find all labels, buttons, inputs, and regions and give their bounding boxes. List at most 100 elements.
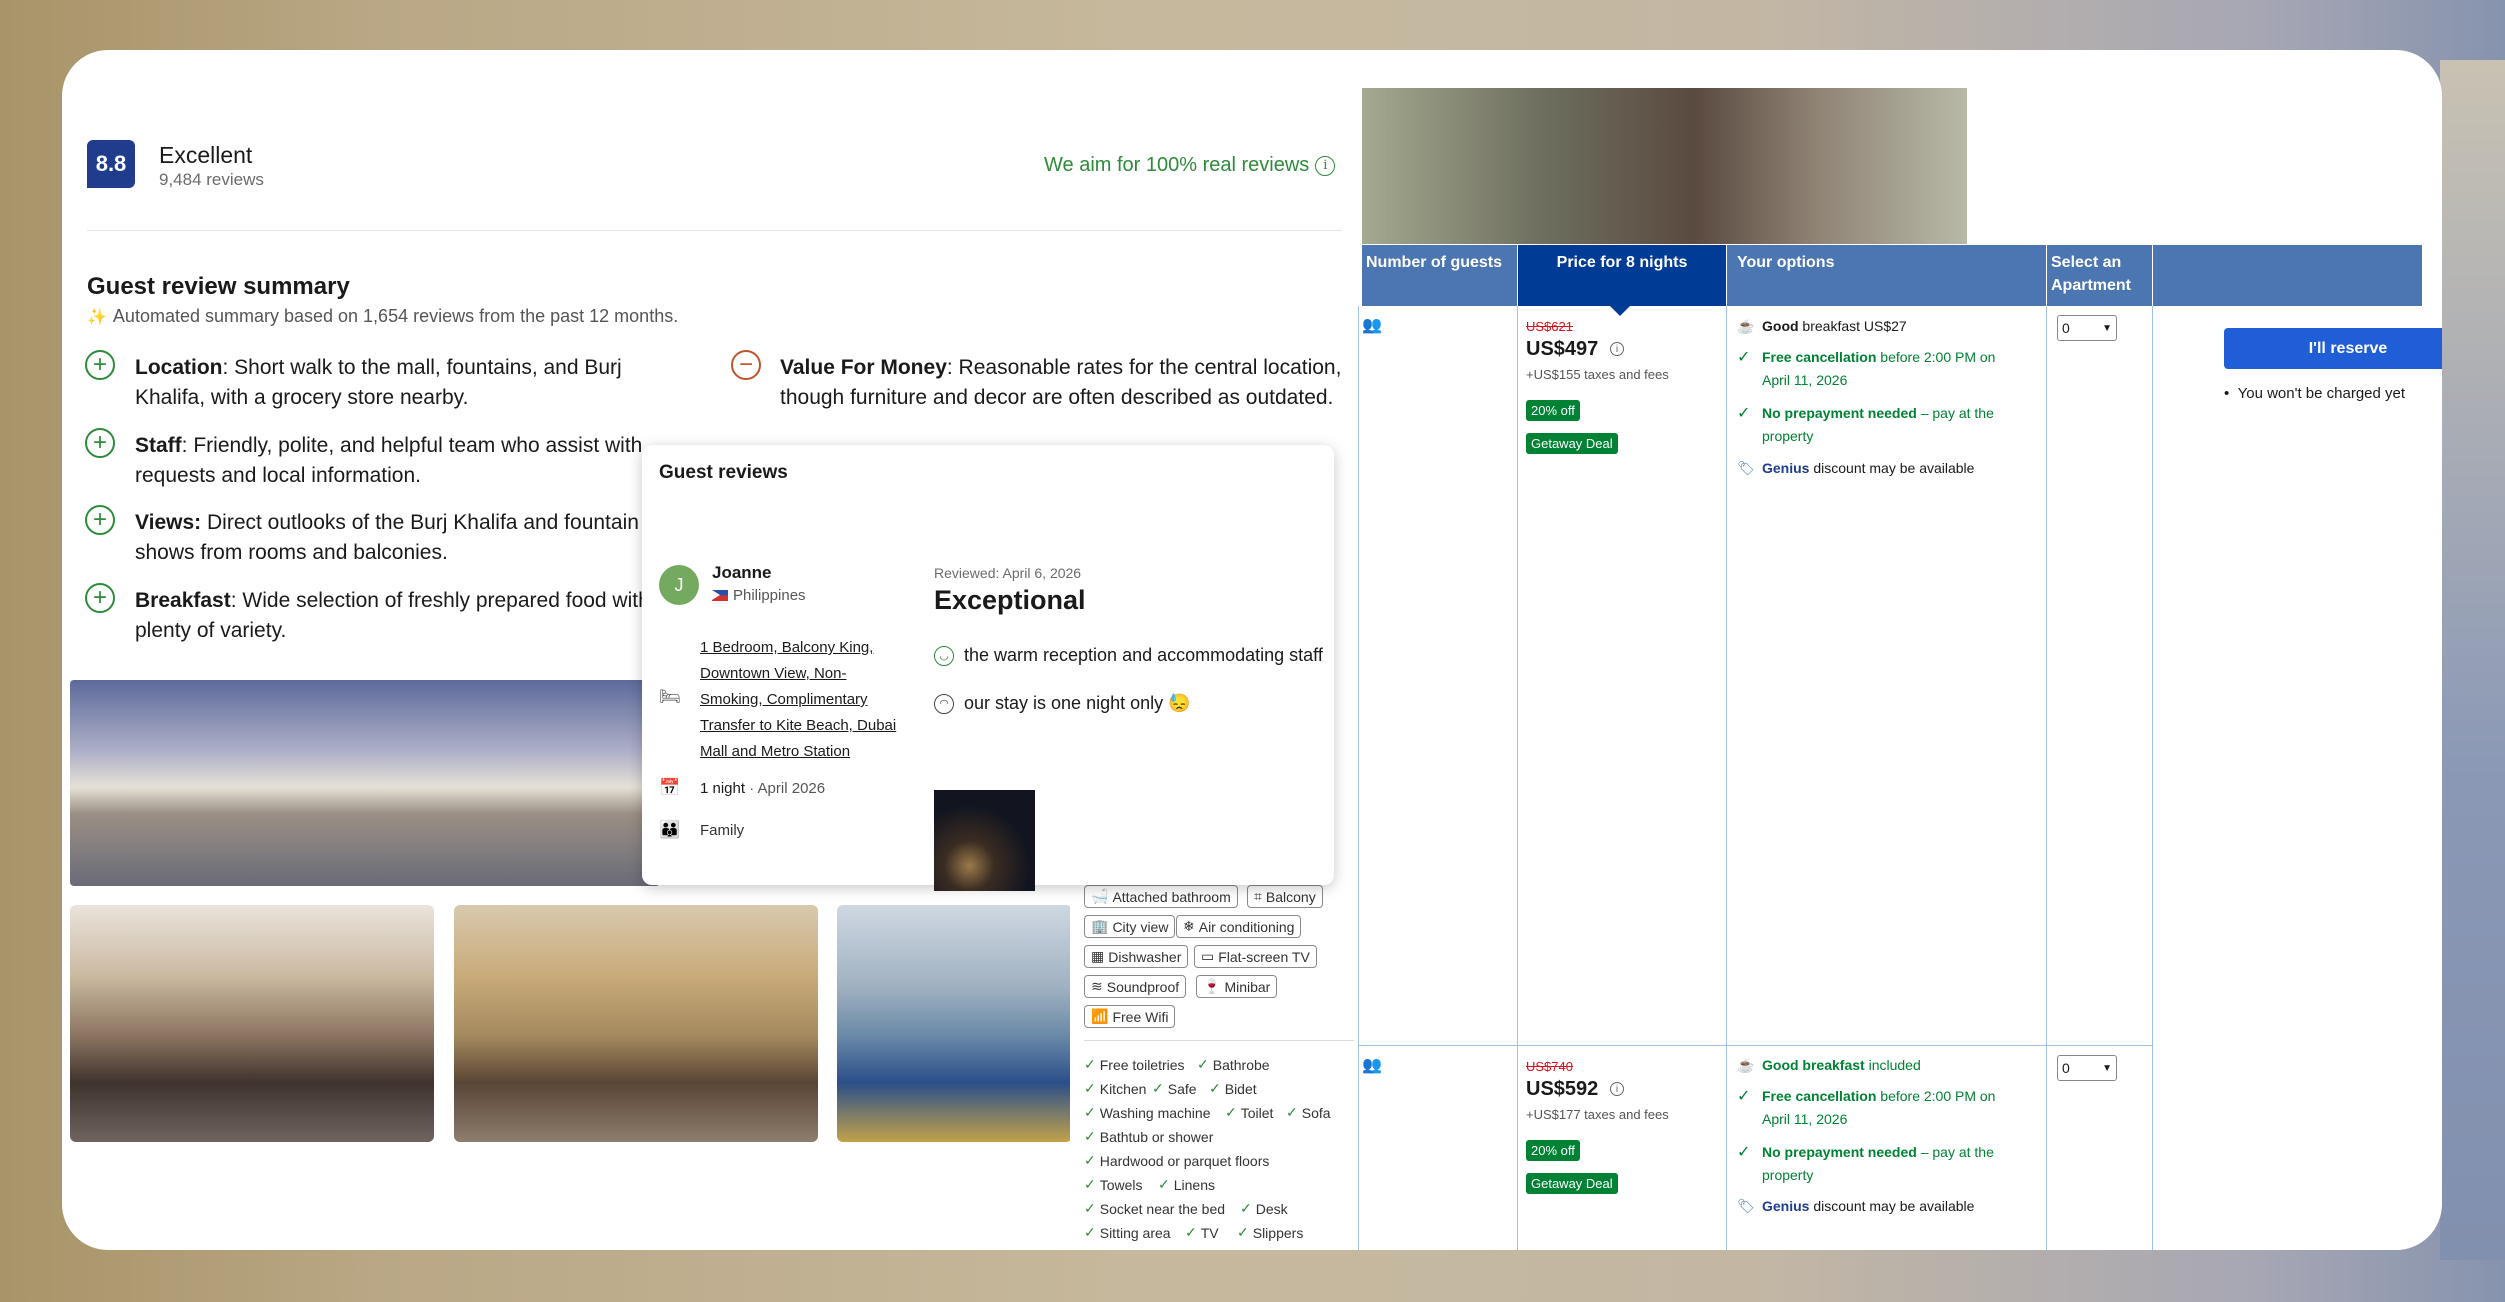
reviewer-country: Philippines [712, 587, 806, 604]
sparkle-icon: ✨ [87, 308, 107, 326]
frown-icon: ◠ [934, 693, 954, 714]
chevron-down-icon: ▼ [2102, 322, 2112, 334]
review-title: Exceptional [934, 585, 1086, 615]
amenity-air-conditioning: ❄ Air conditioning [1176, 915, 1302, 938]
deal-badge: Getaway Deal [1526, 1173, 1618, 1194]
review-photo[interactable] [934, 790, 1035, 891]
screenshot-card: 8.8 Excellent 9,484 reviews We aim for 1… [62, 50, 2442, 1250]
amenity-check-item: ✓ Desk [1240, 1200, 1288, 1217]
fountain-photo[interactable] [70, 680, 660, 886]
room-photo-1[interactable] [70, 905, 434, 1142]
soundproof-icon: ≋ [1091, 978, 1103, 994]
summary-point-staff-text: Staff: Friendly, polite, and helpful tea… [135, 434, 643, 487]
breakfast-icon: ☕ [1737, 318, 1755, 334]
sort-arrow-icon [1610, 306, 1630, 316]
guest-review-popup: Guest reviews J Joanne Philippines 🛏 1 B… [642, 445, 1334, 891]
room-type-link[interactable]: 1 Bedroom, Balcony King, Downtown View, … [700, 635, 900, 765]
rating-label: Excellent [159, 142, 253, 168]
snowflake-icon: ❄ [1183, 918, 1195, 934]
info-icon[interactable]: i [1610, 1082, 1624, 1096]
tv-icon: ▭ [1201, 948, 1215, 964]
info-icon[interactable]: i [1315, 155, 1336, 176]
info-icon[interactable]: i [1610, 342, 1624, 356]
amenity-check-item: ✓ Socket near the bed [1084, 1200, 1226, 1217]
amenity-check-item: ✓ Slippers [1237, 1224, 1304, 1241]
check-icon: ✓ [1197, 1056, 1209, 1072]
header-price[interactable]: Price for 8 nights [1518, 245, 1726, 306]
check-icon: ✓ [1158, 1176, 1170, 1192]
check-icon: ✓ [1225, 1104, 1237, 1120]
negative-text: our stay is one night only 😓 [964, 693, 1191, 713]
summary-subtitle-text: Automated summary based on 1,654 reviews… [112, 306, 679, 326]
wifi-icon: 📶 [1091, 1008, 1109, 1024]
no-prepayment: No prepayment needed – pay at the proper… [1762, 1144, 1994, 1183]
positive-review: ◡ the warm reception and accommodating s… [934, 645, 1323, 666]
amenity-check-item: ✓ Sofa [1286, 1104, 1331, 1121]
amenity-check-item: ✓ Sitting area [1084, 1224, 1171, 1241]
check-icon: ✓ [1084, 1056, 1096, 1072]
breakfast-option: Good breakfast included [1762, 1057, 1921, 1073]
traveler-type: Family [700, 822, 745, 839]
tag-icon: 🏷 [1737, 1198, 1755, 1214]
table-border [2046, 306, 2047, 1250]
amenity-check-item: ✓ Hardwood or parquet floors [1084, 1152, 1270, 1169]
review-count[interactable]: 9,484 reviews [159, 170, 264, 190]
amenity-check-item: ✓ Bathrobe [1197, 1056, 1270, 1073]
minus-icon: − [731, 350, 761, 380]
check-icon: ✓ [1084, 1176, 1096, 1192]
city-icon: 🏢 [1091, 918, 1109, 934]
apartment-select[interactable]: 0 ▼ [2057, 315, 2117, 341]
review-score-badge: 8.8 [87, 140, 135, 188]
popup-title: Guest reviews [659, 462, 788, 483]
check-icon: ✓ [1084, 1080, 1096, 1096]
amenity-check-item: ✓ Washing machine [1084, 1104, 1211, 1121]
dishwasher-icon: ▦ [1091, 948, 1105, 964]
amenity-check-item: ✓ Toilet [1225, 1104, 1274, 1121]
summary-point-breakfast: + [85, 583, 115, 613]
family-icon: 👪 [659, 820, 681, 839]
check-icon: ✓ [1240, 1200, 1252, 1216]
food-photo[interactable] [1362, 88, 1967, 244]
balcony-icon: ⌗ [1254, 888, 1262, 904]
room-photo-3[interactable] [837, 905, 1072, 1142]
header-reserve [2153, 245, 2422, 306]
original-price: US$740 [1526, 1059, 1573, 1074]
minibar-icon: 🍷 [1203, 978, 1221, 994]
taxes-fees: +US$177 taxes and fees [1526, 1107, 1669, 1122]
header-select: Select an Apartment [2047, 245, 2152, 306]
header-options: Your options [1727, 245, 2046, 306]
bed-icon: 🛏 [659, 687, 681, 706]
review-summary-subtitle: ✨ Automated summary based on 1,654 revie… [87, 306, 678, 327]
avatar: J [659, 565, 699, 605]
plus-icon: + [85, 583, 115, 613]
summary-point-views: + [85, 505, 115, 535]
genius-discount: Genius discount may be available [1762, 460, 1975, 476]
real-reviews-link[interactable]: We aim for 100% real reviews i [1044, 154, 1336, 177]
philippines-flag-icon [712, 590, 728, 601]
plus-icon: + [85, 428, 115, 458]
room-photo-2[interactable] [454, 905, 818, 1142]
negative-review: ◠ our stay is one night only 😓 [934, 693, 1191, 714]
plus-icon: + [85, 350, 115, 380]
guests-icon: 👥 [1362, 317, 1382, 334]
guests-icon: 👥 [1362, 1057, 1382, 1074]
amenity-city-view: 🏢 City view [1084, 915, 1176, 938]
check-icon: ✓ [1185, 1224, 1197, 1240]
reserve-button[interactable]: I'll reserve [2224, 328, 2442, 369]
chevron-down-icon: ▼ [2102, 1062, 2112, 1074]
amenity-check-item: ✓ TV [1185, 1224, 1219, 1241]
check-icon: ✓ [1084, 1104, 1096, 1120]
summary-point-location: + [85, 350, 115, 380]
tag-icon: 🏷 [1737, 460, 1755, 476]
amenity-check-item: ✓ Bidet [1209, 1080, 1257, 1097]
check-icon: ✓ [1209, 1080, 1221, 1096]
check-icon: ✓ [1152, 1080, 1164, 1096]
check-icon: ✓ [1737, 1144, 1751, 1161]
summary-point-value-text: Value For Money: Reasonable rates for th… [780, 356, 1342, 409]
amenity-minibar: 🍷 Minibar [1196, 975, 1278, 998]
divider [87, 230, 1342, 231]
apartment-select[interactable]: 0 ▼ [2057, 1055, 2117, 1081]
amenity-free-wifi: 📶 Free Wifi [1084, 1005, 1176, 1028]
breakfast-option: Good breakfast US$27 [1762, 318, 1907, 334]
amenity-balcony: ⌗ Balcony [1247, 885, 1323, 908]
